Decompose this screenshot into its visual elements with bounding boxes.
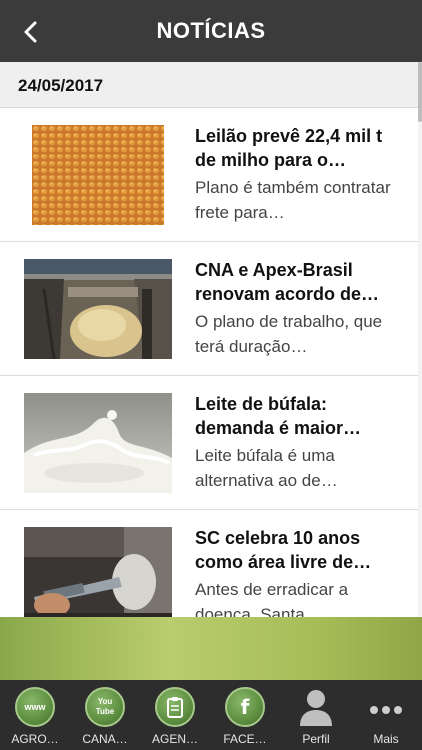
advertising-banner[interactable] bbox=[0, 617, 422, 680]
person-icon bbox=[300, 690, 332, 726]
news-description: O plano de trabalho, que terá duração… bbox=[195, 312, 383, 356]
milk-splash-photo bbox=[24, 393, 172, 493]
scrollbar-track[interactable] bbox=[418, 62, 422, 617]
news-title: Leite de búfala: demanda é maior… bbox=[195, 394, 362, 438]
page-title: NOTÍCIAS bbox=[156, 18, 266, 43]
tab-label: FACE… bbox=[223, 732, 267, 746]
news-title: SC celebra 10 anos como área livre de… bbox=[195, 528, 372, 572]
more-dots-icon bbox=[370, 706, 402, 714]
news-list: Leilão prevê 22,4 mil t de milho para o…… bbox=[0, 108, 418, 617]
tab-label: AGRO… bbox=[11, 732, 59, 746]
tab-label: CANA… bbox=[82, 732, 128, 746]
tab-mais[interactable]: Mais bbox=[351, 680, 421, 750]
tab-facebook[interactable]: f FACE… bbox=[210, 680, 280, 750]
youtube-icon: You Tube bbox=[85, 687, 125, 727]
date-section-header: 24/05/2017 bbox=[0, 62, 418, 108]
tab-canal[interactable]: You Tube CANA… bbox=[70, 680, 140, 750]
news-item[interactable]: Leite de búfala: demanda é maior… Leite … bbox=[0, 376, 418, 510]
news-description: Antes de erradicar a doença, Santa… bbox=[195, 580, 349, 617]
news-title: CNA e Apex-Brasil renovam acordo de… bbox=[195, 260, 380, 304]
facebook-icon: f bbox=[225, 687, 265, 727]
news-item[interactable]: Leilão prevê 22,4 mil t de milho para o…… bbox=[0, 108, 418, 242]
section-date: 24/05/2017 bbox=[18, 76, 104, 95]
news-description: Leite búfala é uma alternativa ao de… bbox=[195, 446, 338, 490]
www-globe-icon: www bbox=[15, 687, 55, 727]
vaccine-syringe-photo bbox=[24, 527, 172, 617]
clipboard-icon bbox=[155, 687, 195, 727]
tab-agro[interactable]: www AGRO… bbox=[0, 680, 70, 750]
news-title: Leilão prevê 22,4 mil t de milho para o… bbox=[195, 126, 383, 170]
news-item[interactable]: CNA e Apex-Brasil renovam acordo de… O p… bbox=[0, 242, 418, 376]
tab-label: Perfil bbox=[302, 732, 330, 746]
tab-perfil[interactable]: Perfil bbox=[281, 680, 351, 750]
news-item[interactable]: SC celebra 10 anos como área livre de… A… bbox=[0, 510, 418, 617]
tab-agenda[interactable]: AGEN… bbox=[140, 680, 210, 750]
tab-label: AGEN… bbox=[151, 732, 198, 746]
corn-grain-photo bbox=[24, 125, 172, 225]
news-description: Plano é também contratar frete para… bbox=[195, 178, 391, 222]
grain-truck-photo bbox=[24, 259, 172, 359]
scrollbar-thumb[interactable] bbox=[418, 62, 422, 122]
top-navigation-bar: NOTÍCIAS bbox=[0, 0, 422, 62]
bottom-tab-bar: www AGRO… You Tube CANA… AGEN… f FACE… P… bbox=[0, 680, 422, 750]
tab-label: Mais bbox=[373, 732, 399, 746]
